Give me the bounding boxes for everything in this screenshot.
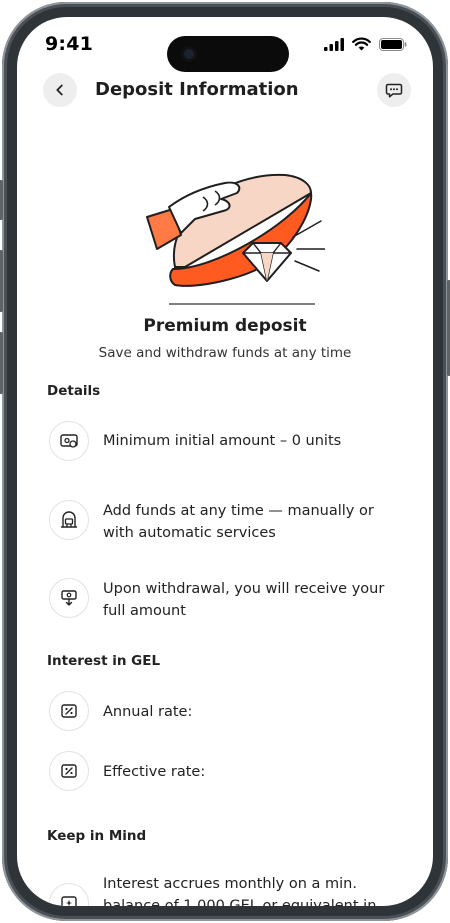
back-button[interactable] (43, 73, 77, 107)
building-bank-icon (49, 500, 89, 540)
detail-item-min-amount: Minimum initial amount – 0 units (49, 421, 409, 465)
page-title: Deposit Information (95, 79, 299, 100)
volume-down-button (0, 332, 3, 394)
interest-item-annual-rate: Annual rate: (49, 691, 409, 733)
money-coins-icon (49, 421, 89, 461)
detail-item-add-funds: Add funds at any time — manually or with… (49, 500, 409, 550)
detail-item-text: Add funds at any time — manually or with… (103, 503, 374, 541)
keep-in-mind-text: Interest accrues monthly on a min. balan… (103, 876, 377, 906)
interest-heading: Interest in GEL (47, 653, 161, 669)
interest-item-text: Annual rate: (103, 704, 193, 720)
detail-item-text: Upon withdrawal, you will receive your f… (103, 581, 385, 619)
sparkle-card-icon (49, 883, 89, 906)
detail-item-withdrawal: Upon withdrawal, you will receive your f… (49, 578, 409, 628)
interest-item-effective-rate: Effective rate: (49, 751, 409, 793)
signal-icon (324, 37, 344, 51)
wifi-icon (352, 37, 371, 51)
treasure-shell-illustration (146, 173, 325, 305)
detail-item-text: Minimum initial amount – 0 units (103, 433, 342, 449)
chat-bubble-icon (385, 83, 403, 98)
dynamic-island (167, 36, 289, 72)
top-nav: Deposit Information (17, 73, 433, 123)
keep-in-mind-item: Interest accrues monthly on a min. balan… (49, 875, 409, 906)
battery-icon (379, 37, 407, 51)
interest-item-text: Effective rate: (103, 764, 206, 780)
chat-button[interactable] (377, 73, 411, 107)
deposit-title: Premium deposit (143, 316, 307, 336)
status-time: 9:41 (45, 33, 94, 55)
camera-icon (181, 46, 197, 62)
deposit-subtitle: Save and withdraw funds at any time (98, 345, 352, 361)
phone-frame: 9:41 Deposit Information Premium deposit… (0, 2, 450, 921)
screen: 9:41 Deposit Information Premium deposit… (17, 17, 433, 906)
volume-up-button (0, 250, 3, 312)
status-icons (324, 37, 407, 51)
percent-tag-icon (49, 751, 89, 791)
action-button (0, 180, 3, 220)
percent-tag-icon (49, 691, 89, 731)
withdraw-cash-icon (49, 578, 89, 618)
details-heading: Details (47, 383, 101, 399)
chevron-left-icon (56, 84, 63, 96)
keep-in-mind-heading: Keep in Mind (47, 828, 147, 844)
